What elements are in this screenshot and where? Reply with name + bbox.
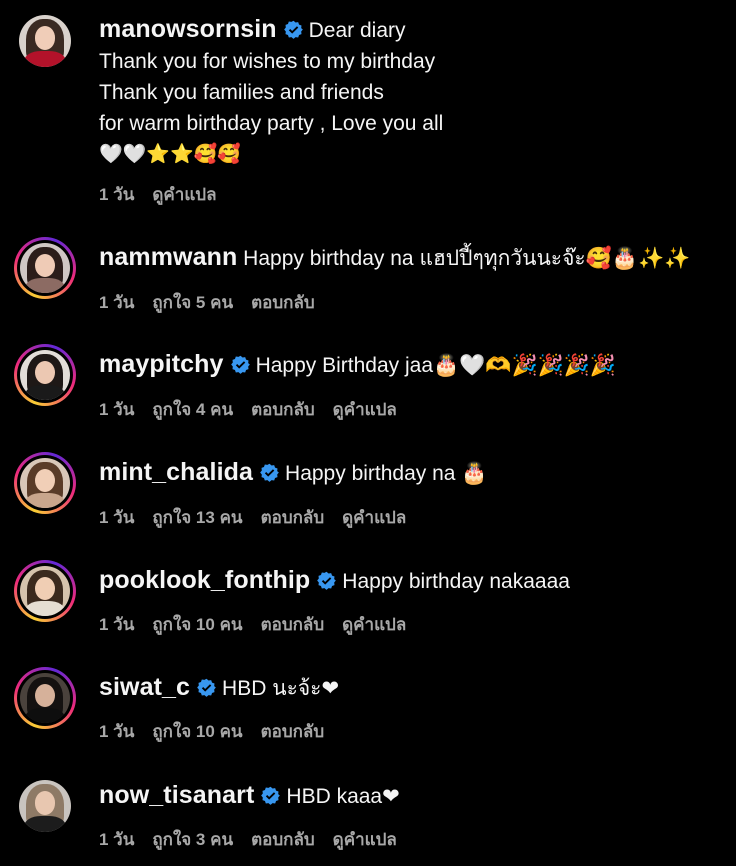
likes-count[interactable]: ถูกใจ 4 คน — [152, 400, 233, 419]
avatar[interactable] — [19, 780, 71, 832]
username[interactable]: now_tisanart — [99, 781, 254, 809]
reply-link[interactable]: ตอบกลับ — [261, 508, 325, 527]
likes-count[interactable]: ถูกใจ 5 คน — [152, 293, 233, 312]
username[interactable]: maypitchy — [99, 350, 224, 378]
translate-link[interactable]: ดูคำแปล — [333, 400, 397, 419]
comment-time: 1 วัน — [99, 508, 135, 527]
translate-link[interactable]: ดูคำแปล — [333, 830, 397, 849]
reply-link[interactable]: ตอบกลับ — [261, 615, 325, 634]
username[interactable]: manowsornsin — [99, 15, 277, 43]
username[interactable]: pooklook_fonthip — [99, 566, 310, 594]
comment-text-line: Thank you for wishes to my birthday — [99, 50, 436, 73]
comment-text-line: Thank you families and friends — [99, 81, 384, 104]
comment-text: Happy Birthday jaa🎂🤍🫶🎉🎉🎉🎉 — [255, 354, 617, 377]
comment-text: Happy birthday nakaaaa — [342, 570, 570, 593]
comment-text: Happy birthday na แฮปปี้ๆทุกวันนะจ๊ะ🥰🎂✨✨ — [243, 247, 691, 270]
comment-meta: 1 วัน ถูกใจ 10 คน ตอบกลับ — [99, 718, 342, 745]
verified-badge-icon — [317, 571, 337, 590]
username[interactable]: siwat_c — [99, 673, 190, 701]
avatar[interactable] — [19, 15, 71, 67]
avatar[interactable] — [14, 452, 76, 514]
comment-text: Dear diary — [308, 19, 406, 42]
comment-text: HBD kaaa❤ — [286, 785, 400, 808]
comment-meta: 1 วัน ถูกใจ 5 คน ตอบกลับ — [99, 289, 333, 316]
reply-link[interactable]: ตอบกลับ — [251, 830, 315, 849]
reply-link[interactable]: ตอบกลับ — [261, 722, 325, 741]
likes-count[interactable]: ถูกใจ 3 คน — [152, 830, 233, 849]
likes-count[interactable]: ถูกใจ 13 คน — [152, 508, 242, 527]
comment-time: 1 วัน — [99, 615, 135, 634]
comment-meta: 1 วัน ถูกใจ 13 คน ตอบกลับ ดูคำแปล — [99, 504, 424, 531]
translate-link[interactable]: ดูคำแปล — [342, 508, 406, 527]
avatar[interactable] — [14, 344, 76, 406]
reply-link[interactable]: ตอบกลับ — [251, 293, 315, 312]
verified-badge-icon — [261, 786, 281, 805]
comment-meta: 1 วัน ถูกใจ 3 คน ตอบกลับ ดูคำแปล — [99, 826, 415, 853]
comment-time: 1 วัน — [99, 400, 135, 419]
username[interactable]: nammwann — [99, 243, 237, 271]
comment-text-line: for warm birthday party , Love you all — [99, 112, 444, 135]
avatar[interactable] — [14, 560, 76, 622]
comment-text: HBD นะจ้ะ❤ — [222, 677, 340, 700]
comment-time: 1 วัน — [99, 722, 135, 741]
reply-link[interactable]: ตอบกลับ — [251, 400, 315, 419]
comment-meta: 1 วัน ถูกใจ 4 คน ตอบกลับ ดูคำแปล — [99, 396, 415, 423]
verified-badge-icon — [283, 20, 303, 39]
username[interactable]: mint_chalida — [99, 458, 253, 486]
verified-badge-icon — [230, 355, 250, 374]
likes-count[interactable]: ถูกใจ 10 คน — [152, 722, 242, 741]
comment-time: 1 วัน — [99, 185, 135, 204]
comment-time: 1 วัน — [99, 830, 135, 849]
comment-text: Happy birthday na 🎂 — [285, 462, 488, 485]
comment-meta: 1 วัน ดูคำแปล — [99, 181, 234, 208]
avatar[interactable] — [14, 667, 76, 729]
comment-time: 1 วัน — [99, 293, 135, 312]
translate-link[interactable]: ดูคำแปล — [342, 615, 406, 634]
verified-badge-icon — [197, 678, 216, 697]
avatar[interactable] — [14, 237, 76, 299]
comment-meta: 1 วัน ถูกใจ 10 คน ตอบกลับ ดูคำแปล — [99, 611, 424, 638]
comment-text-line: 🤍🤍⭐⭐🥰🥰 — [99, 143, 241, 165]
likes-count[interactable]: ถูกใจ 10 คน — [152, 615, 242, 634]
verified-badge-icon — [260, 463, 279, 482]
translate-link[interactable]: ดูคำแปล — [152, 185, 216, 204]
